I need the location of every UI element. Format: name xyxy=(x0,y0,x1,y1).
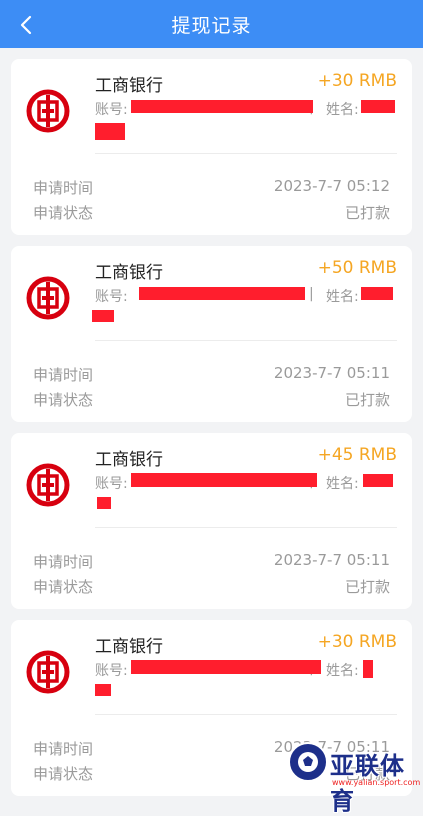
icbc-logo-icon xyxy=(26,650,70,694)
withdrawal-list: 工商银行 +30 RMB 账号: | 姓名: 申请时间 2023-7-7 05:… xyxy=(11,59,412,807)
withdrawal-record-card[interactable]: 工商银行 +30 RMB 账号: | 姓名: 申请时间 2023-7-7 05:… xyxy=(11,59,412,235)
divider xyxy=(95,340,397,341)
apply-status-label: 申请状态 xyxy=(33,391,94,409)
separator: | xyxy=(309,286,314,302)
redaction-mark xyxy=(131,660,321,674)
redaction-mark xyxy=(139,287,305,300)
top-bar: 提现记录 xyxy=(0,0,423,48)
redaction-mark xyxy=(92,310,114,322)
apply-status-value: 已打款 xyxy=(344,578,390,596)
bank-name: 工商银行 xyxy=(95,450,163,470)
name-label: 姓名: xyxy=(326,289,359,305)
bank-name: 工商银行 xyxy=(95,637,163,657)
page-title: 提现记录 xyxy=(171,15,252,37)
icbc-logo-icon xyxy=(26,463,70,507)
redaction-mark xyxy=(131,473,317,487)
apply-time-row: 申请时间 2023-7-7 05:11 xyxy=(33,364,390,385)
redaction-mark xyxy=(95,684,111,696)
icbc-logo-icon xyxy=(26,89,70,133)
apply-status-row: 申请状态 已打款 xyxy=(33,576,390,597)
redaction-mark xyxy=(95,123,125,140)
redaction-mark xyxy=(131,100,313,113)
bank-name: 工商银行 xyxy=(95,76,163,96)
apply-time-value: 2023-7-7 05:12 xyxy=(273,177,390,195)
account-label: 账号: xyxy=(95,476,128,492)
apply-time-label: 申请时间 xyxy=(33,740,94,758)
watermark-logo: 亚联体育 www.yalian.sport.com xyxy=(286,740,423,815)
apply-status-value: 已打款 xyxy=(344,391,390,409)
divider xyxy=(95,527,397,528)
redaction-mark xyxy=(363,474,393,487)
withdrawal-record-card[interactable]: 工商银行 +50 RMB 账号: | 姓名: 申请时间 2023-7-7 05:… xyxy=(11,246,412,422)
account-label: 账号: xyxy=(95,102,128,118)
name-label: 姓名: xyxy=(326,663,359,679)
apply-status-label: 申请状态 xyxy=(33,765,94,783)
name-label: 姓名: xyxy=(326,476,359,492)
apply-status-label: 申请状态 xyxy=(33,578,94,596)
apply-time-row: 申请时间 2023-7-7 05:12 xyxy=(33,177,390,198)
account-label: 账号: xyxy=(95,663,128,679)
withdrawal-amount: +50 RMB xyxy=(317,258,397,278)
divider xyxy=(95,714,397,715)
watermark-url: www.yalian.sport.com xyxy=(332,778,421,787)
bank-name: 工商银行 xyxy=(95,263,163,283)
withdrawal-record-card[interactable]: 工商银行 +45 RMB 账号: | 姓名: 申请时间 2023-7-7 05:… xyxy=(11,433,412,609)
apply-status-value: 已打款 xyxy=(344,204,390,222)
divider xyxy=(95,153,397,154)
apply-time-label: 申请时间 xyxy=(33,179,94,197)
soccer-ball-icon xyxy=(288,742,328,782)
apply-status-row: 申请状态 已打款 xyxy=(33,202,390,223)
account-label: 账号: xyxy=(95,289,128,305)
redaction-mark xyxy=(361,100,395,113)
apply-time-value: 2023-7-7 05:11 xyxy=(273,551,390,569)
withdrawal-amount: +45 RMB xyxy=(317,445,397,465)
apply-time-label: 申请时间 xyxy=(33,366,94,384)
apply-time-row: 申请时间 2023-7-7 05:11 xyxy=(33,551,390,572)
name-label: 姓名: xyxy=(326,102,359,118)
redaction-mark xyxy=(363,660,373,678)
icbc-logo-icon xyxy=(26,276,70,320)
apply-time-label: 申请时间 xyxy=(33,553,94,571)
withdrawal-amount: +30 RMB xyxy=(317,632,397,652)
apply-time-value: 2023-7-7 05:11 xyxy=(273,364,390,382)
apply-status-row: 申请状态 已打款 xyxy=(33,389,390,410)
redaction-mark xyxy=(361,287,393,300)
withdrawal-amount: +30 RMB xyxy=(317,71,397,91)
redaction-mark xyxy=(97,497,111,509)
apply-status-label: 申请状态 xyxy=(33,204,94,222)
